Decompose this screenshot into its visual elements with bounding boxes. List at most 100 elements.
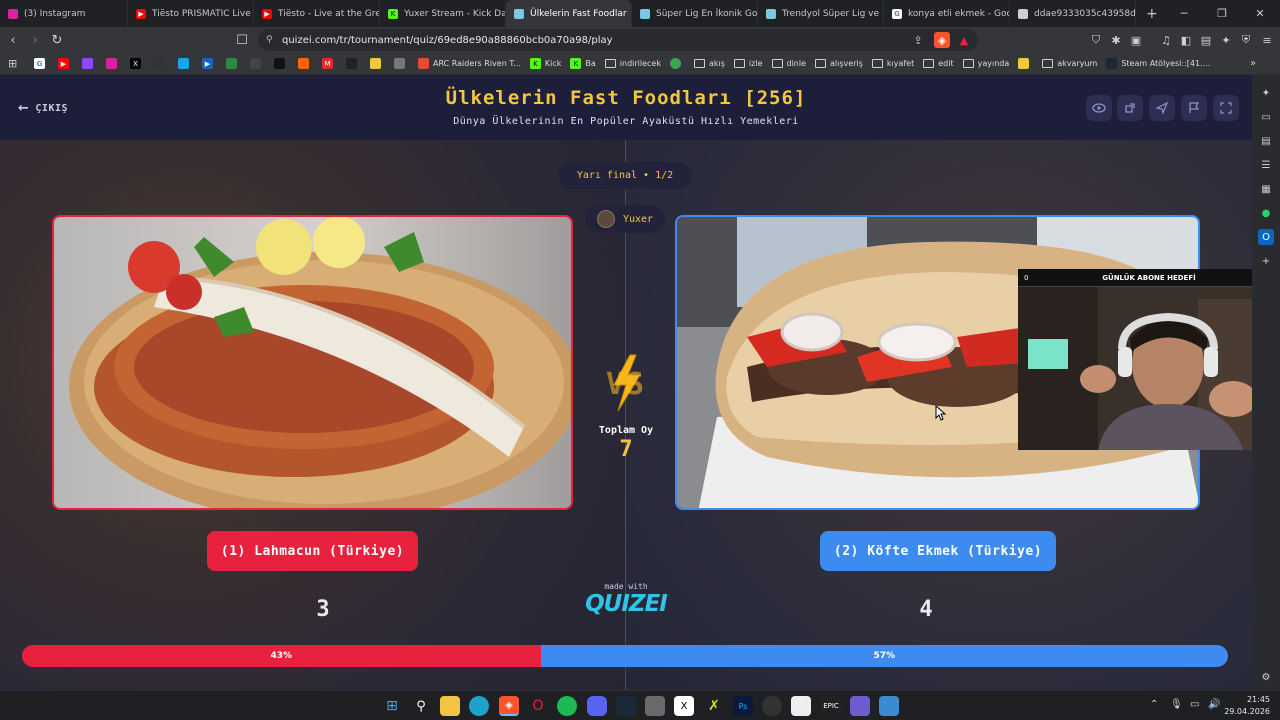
bookmark-hb[interactable] [298,58,313,69]
folder-alisveris[interactable]: alışveriş [815,59,863,68]
bookmark-map[interactable] [226,58,241,69]
restore-icon[interactable]: ❐ [1203,0,1241,27]
bookmark-instagram[interactable] [106,58,121,69]
epic-launcher-icon[interactable]: X [674,696,694,716]
volume-icon[interactable]: 🔊 [1208,699,1220,710]
shield-icon[interactable]: ⛉ [1088,32,1104,48]
history-sidebar-icon[interactable]: ▦ [1258,181,1274,197]
bookmark-gmail[interactable]: M [322,58,337,69]
calculator-icon[interactable] [645,696,665,716]
tab-google[interactable]: G konya etli ekmek - Google [884,0,1010,27]
brave-icon[interactable]: ◈ [499,696,519,716]
folder-yayinda[interactable]: yayında [962,59,1009,68]
back-nav-icon[interactable]: ‹ [2,29,24,51]
minimize-icon[interactable]: ─ [1165,0,1203,27]
folder-izle[interactable]: izle [733,59,763,68]
add-sidebar-item-icon[interactable]: + [1258,253,1274,269]
option-card-left[interactable] [52,215,573,510]
bookmark-green[interactable] [669,58,685,69]
bookmark-page-icon[interactable]: ☐ [231,29,253,51]
bookmark-github[interactable] [154,58,169,69]
bookmark-arc-raiders[interactable]: ARC Raiders Riven T... [418,58,521,69]
choose-right-button[interactable]: (2) Köfte Ekmek (Türkiye) [820,531,1056,571]
url-field[interactable]: ⚲ quizei.com/tr/tournament/quiz/69ed8e90… [258,29,978,51]
leo-ai-icon[interactable]: ✦ [1218,32,1234,48]
sidebar-toggle-icon[interactable]: ◧ [1178,32,1194,48]
bookmarks-sidebar-icon[interactable]: ☰ [1258,157,1274,173]
bookmark-media[interactable]: ▶ [202,58,217,69]
microphone-icon[interactable]: 🎙 [1170,699,1183,710]
apps-grid-icon[interactable]: ⊞ [8,57,17,70]
discord-icon[interactable] [587,696,607,716]
tab-active-quiz[interactable]: Ülkelerin Fast Foodlar ✕ [506,0,632,27]
flag-icon[interactable] [1181,95,1207,121]
wallet-icon[interactable]: ▤ [1198,32,1214,48]
outlook-icon[interactable]: O [1258,229,1274,245]
start-menu-icon[interactable]: ⊞ [382,696,402,716]
vpn-icon[interactable]: ⛨ [1238,32,1254,48]
site-info-icon[interactable]: ⚲ [266,35,273,45]
bookmark-twitch[interactable] [82,58,97,69]
eye-icon[interactable] [1086,95,1112,121]
folder-kiyafet[interactable]: kıyafet [871,59,914,68]
bookmark-x[interactable]: X [130,58,145,69]
media-icon[interactable]: ♫ [1158,32,1174,48]
screenshot-icon[interactable]: ▣ [1128,32,1144,48]
folder-dinle[interactable]: dinle [771,59,806,68]
bookmark-steam[interactable]: Steam Atölyesi::[41.... [1106,58,1210,69]
tab-instagram[interactable]: (3) Instagram [0,0,128,27]
settings-app-icon[interactable] [879,696,899,716]
tab-kick[interactable]: K Yuxer Stream - Kick Da ✕ [380,0,506,27]
folder-akvaryum[interactable]: akvaryum [1042,59,1097,68]
file-explorer-icon[interactable] [440,696,460,716]
bookmark-pin[interactable] [370,58,385,69]
search-icon[interactable]: ⚲ [411,696,431,716]
tab-youtube-1[interactable]: ▶ Tiësto PRISMATIC Live Me [128,0,254,27]
new-tab-icon[interactable]: + [1136,6,1168,22]
folder-indirilecek[interactable]: indirilecek [604,59,661,68]
bookmark-yellow[interactable] [1018,58,1033,69]
window-close-icon[interactable]: ✕ [1241,0,1279,27]
opera-gx-icon[interactable]: O [528,696,548,716]
bookmark-doc[interactable] [394,58,409,69]
more-bookmarks-icon[interactable]: » [1250,58,1256,69]
system-clock[interactable]: 21:45 29.04.2026 [1224,694,1270,718]
bookmark-youtube[interactable]: ▶ [58,58,73,69]
send-icon[interactable] [1149,95,1175,121]
steam-icon[interactable] [616,696,636,716]
bookmark-kick[interactable]: K Kick [529,58,561,69]
choose-left-button[interactable]: (1) Lahmacun (Türkiye) [207,531,418,571]
folder-edit[interactable]: edit [923,59,954,68]
spotify-icon[interactable] [557,696,577,716]
bookmark-amazon[interactable] [346,58,361,69]
tray-chevron-icon[interactable]: ⌃ [1150,699,1158,710]
reload-icon[interactable]: ↻ [46,29,68,51]
bookmark-kick-ba[interactable]: K Ba [570,58,596,69]
xbox-icon[interactable]: ✗ [704,696,724,716]
fullscreen-icon[interactable] [1213,95,1239,121]
epic-games-icon[interactable]: EPIC [821,696,841,716]
edge-icon[interactable] [469,696,489,716]
brave-rewards-icon[interactable]: ▲ [956,32,972,48]
tab-youtube-2[interactable]: ▶ Tiësto - Live at the Great P [254,0,380,27]
sidebar-settings-icon[interactable]: ⚙ [1258,669,1274,685]
tab-document[interactable]: ddae9333035c43958dcdd [1010,0,1136,27]
photoshop-icon[interactable]: Ps [733,696,753,716]
tab-quiz-3[interactable]: Trendyol Süper Lig ve 1.Lig [758,0,884,27]
reading-list-icon[interactable]: ▭ [1258,109,1274,125]
share-icon[interactable]: ⇪ [910,32,926,48]
folder-akis[interactable]: akış [693,59,725,68]
bookmark-tiktok[interactable] [274,58,289,69]
quizei-logo[interactable]: QUIZEI [566,591,686,617]
extensions-icon[interactable]: ✱ [1108,32,1124,48]
share-link-icon[interactable] [1117,95,1143,121]
obs-icon[interactable] [762,696,782,716]
display-icon[interactable]: ▭ [1190,699,1199,710]
leo-sidebar-icon[interactable]: ✦ [1258,85,1274,101]
bookmark-google[interactable]: G [34,58,49,69]
notepad-icon[interactable] [791,696,811,716]
forward-nav-icon[interactable]: › [24,29,46,51]
bookmark-wn[interactable] [250,58,265,69]
tab-quiz-2[interactable]: Süper Lig En İkonik Gol Se [632,0,758,27]
whatsapp-icon[interactable]: ● [1258,205,1274,221]
